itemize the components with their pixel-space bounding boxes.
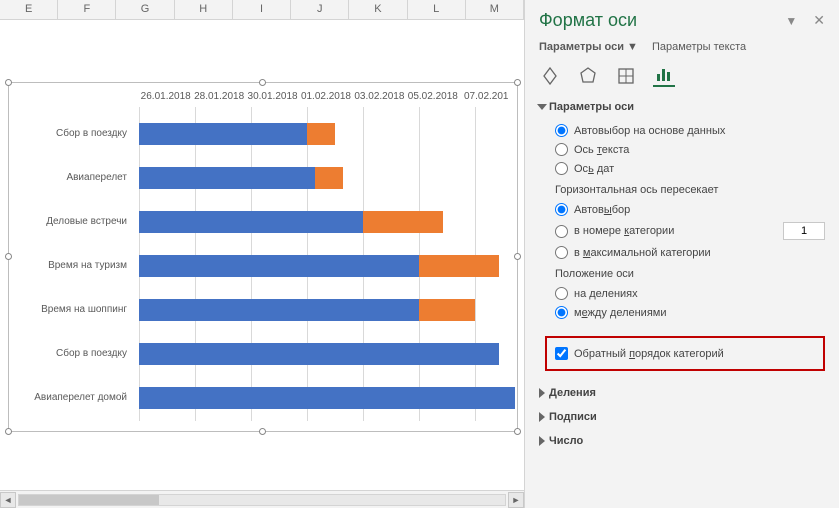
- category-label: Время на шоппинг: [9, 301, 133, 319]
- section-number[interactable]: Число: [525, 429, 839, 453]
- radio-label: Ось текста: [574, 144, 629, 156]
- radio-auto-based-on-data[interactable]: Автовыбор на основе данных: [555, 121, 825, 140]
- section-ticks[interactable]: Деления: [525, 381, 839, 405]
- gantt-chart[interactable]: 26.01.2018 28.01.2018 30.01.2018 01.02.2…: [8, 82, 518, 432]
- plot-area[interactable]: [139, 113, 513, 421]
- section-labels[interactable]: Подписи: [525, 405, 839, 429]
- radio-label: в максимальной категории: [574, 247, 711, 259]
- y-axis-categories[interactable]: Сбор в поездку Авиаперелет Деловые встре…: [9, 113, 139, 421]
- x-tick: 05.02.2018: [406, 91, 459, 107]
- radio-input[interactable]: [555, 203, 568, 216]
- x-tick: 28.01.2018: [192, 91, 245, 107]
- tab-axis-options[interactable]: Параметры оси ▼: [539, 41, 638, 53]
- x-axis[interactable]: 26.01.2018 28.01.2018 30.01.2018 01.02.2…: [139, 91, 513, 107]
- spreadsheet-area: E F G H I J K L M: [0, 0, 525, 508]
- category-number-input[interactable]: [783, 222, 825, 240]
- radio-label: Автовыбор: [574, 204, 630, 216]
- x-tick: 01.02.2018: [299, 91, 352, 107]
- checkbox-label: Обратный порядок категорий: [574, 348, 724, 360]
- category-label: Время на туризм: [9, 257, 133, 275]
- size-properties-icon[interactable]: [615, 65, 637, 87]
- checkbox-reverse-order[interactable]: Обратный порядок категорий: [555, 344, 815, 363]
- chevron-right-icon: [539, 388, 545, 398]
- col-header[interactable]: M: [466, 0, 524, 19]
- resize-handle[interactable]: [5, 79, 12, 86]
- radio-between-tick-marks[interactable]: между делениями: [555, 303, 825, 322]
- section-label: Параметры оси: [549, 101, 634, 113]
- category-label: Сбор в поездку: [9, 345, 133, 363]
- format-axis-pane: Формат оси ▼ ✕ Параметры оси ▼ Параметры…: [525, 0, 839, 508]
- col-header[interactable]: H: [175, 0, 233, 19]
- section-label: Деления: [549, 387, 596, 399]
- col-header[interactable]: K: [349, 0, 407, 19]
- effects-icon[interactable]: [577, 65, 599, 87]
- axis-options-icon[interactable]: [653, 65, 675, 87]
- group-horizontal-cross: Горизонтальная ось пересекает: [555, 178, 825, 200]
- col-header[interactable]: G: [116, 0, 174, 19]
- col-header[interactable]: F: [58, 0, 116, 19]
- fill-line-icon[interactable]: [539, 65, 561, 87]
- radio-cross-auto[interactable]: Автовыбор: [555, 200, 825, 219]
- resize-handle[interactable]: [5, 428, 12, 435]
- chevron-down-icon: [537, 104, 547, 110]
- pane-close-icon[interactable]: ✕: [813, 12, 825, 29]
- col-header[interactable]: J: [291, 0, 349, 19]
- resize-handle[interactable]: [259, 428, 266, 435]
- radio-label: Ось дат: [574, 163, 614, 175]
- resize-handle[interactable]: [514, 79, 521, 86]
- radio-input[interactable]: [555, 143, 568, 156]
- radio-label: между делениями: [574, 307, 667, 319]
- category-label: Сбор в поездку: [9, 125, 133, 143]
- scroll-track[interactable]: [18, 494, 506, 506]
- scroll-left-button[interactable]: ◄: [0, 492, 16, 508]
- category-label: Деловые встречи: [9, 213, 133, 231]
- scroll-right-button[interactable]: ►: [508, 492, 524, 508]
- tab-text-options[interactable]: Параметры текста: [652, 41, 746, 53]
- section-axis-parameters[interactable]: Параметры оси: [525, 95, 839, 119]
- radio-input[interactable]: [555, 124, 568, 137]
- col-header[interactable]: I: [233, 0, 291, 19]
- column-headers: E F G H I J K L M: [0, 0, 524, 20]
- radio-on-tick-marks[interactable]: на делениях: [555, 284, 825, 303]
- x-tick: 03.02.2018: [353, 91, 406, 107]
- x-tick: 30.01.2018: [246, 91, 299, 107]
- section-label: Подписи: [549, 411, 597, 423]
- radio-input[interactable]: [555, 306, 568, 319]
- col-header[interactable]: L: [408, 0, 466, 19]
- radio-cross-at-category[interactable]: в номере категории: [555, 219, 825, 243]
- reverse-categories-highlight: Обратный порядок категорий: [545, 336, 825, 371]
- section-label: Число: [549, 435, 583, 447]
- x-tick: 07.02.201: [460, 91, 513, 107]
- chevron-right-icon: [539, 412, 545, 422]
- col-header[interactable]: E: [0, 0, 58, 19]
- scroll-thumb[interactable]: [19, 495, 159, 505]
- category-label: Авиаперелет: [9, 169, 133, 187]
- horizontal-scrollbar[interactable]: ◄ ►: [0, 490, 524, 508]
- resize-handle[interactable]: [514, 428, 521, 435]
- radio-label: Автовыбор на основе данных: [574, 125, 725, 137]
- chevron-right-icon: [539, 436, 545, 446]
- radio-label: в номере категории: [574, 225, 674, 237]
- radio-date-axis[interactable]: Ось дат: [555, 159, 825, 178]
- radio-label: на делениях: [574, 288, 638, 300]
- radio-cross-at-max[interactable]: в максимальной категории: [555, 243, 825, 262]
- pane-title: Формат оси: [539, 10, 777, 31]
- pane-options-icon[interactable]: ▼: [785, 14, 797, 28]
- radio-input[interactable]: [555, 287, 568, 300]
- category-label: Авиаперелет домой: [9, 389, 133, 407]
- radio-input[interactable]: [555, 225, 568, 238]
- resize-handle[interactable]: [259, 79, 266, 86]
- radio-text-axis[interactable]: Ось текста: [555, 140, 825, 159]
- x-tick: 26.01.2018: [139, 91, 192, 107]
- checkbox-input[interactable]: [555, 347, 568, 360]
- radio-input[interactable]: [555, 162, 568, 175]
- radio-input[interactable]: [555, 246, 568, 259]
- group-axis-position: Положение оси: [555, 262, 825, 284]
- resize-handle[interactable]: [514, 253, 521, 260]
